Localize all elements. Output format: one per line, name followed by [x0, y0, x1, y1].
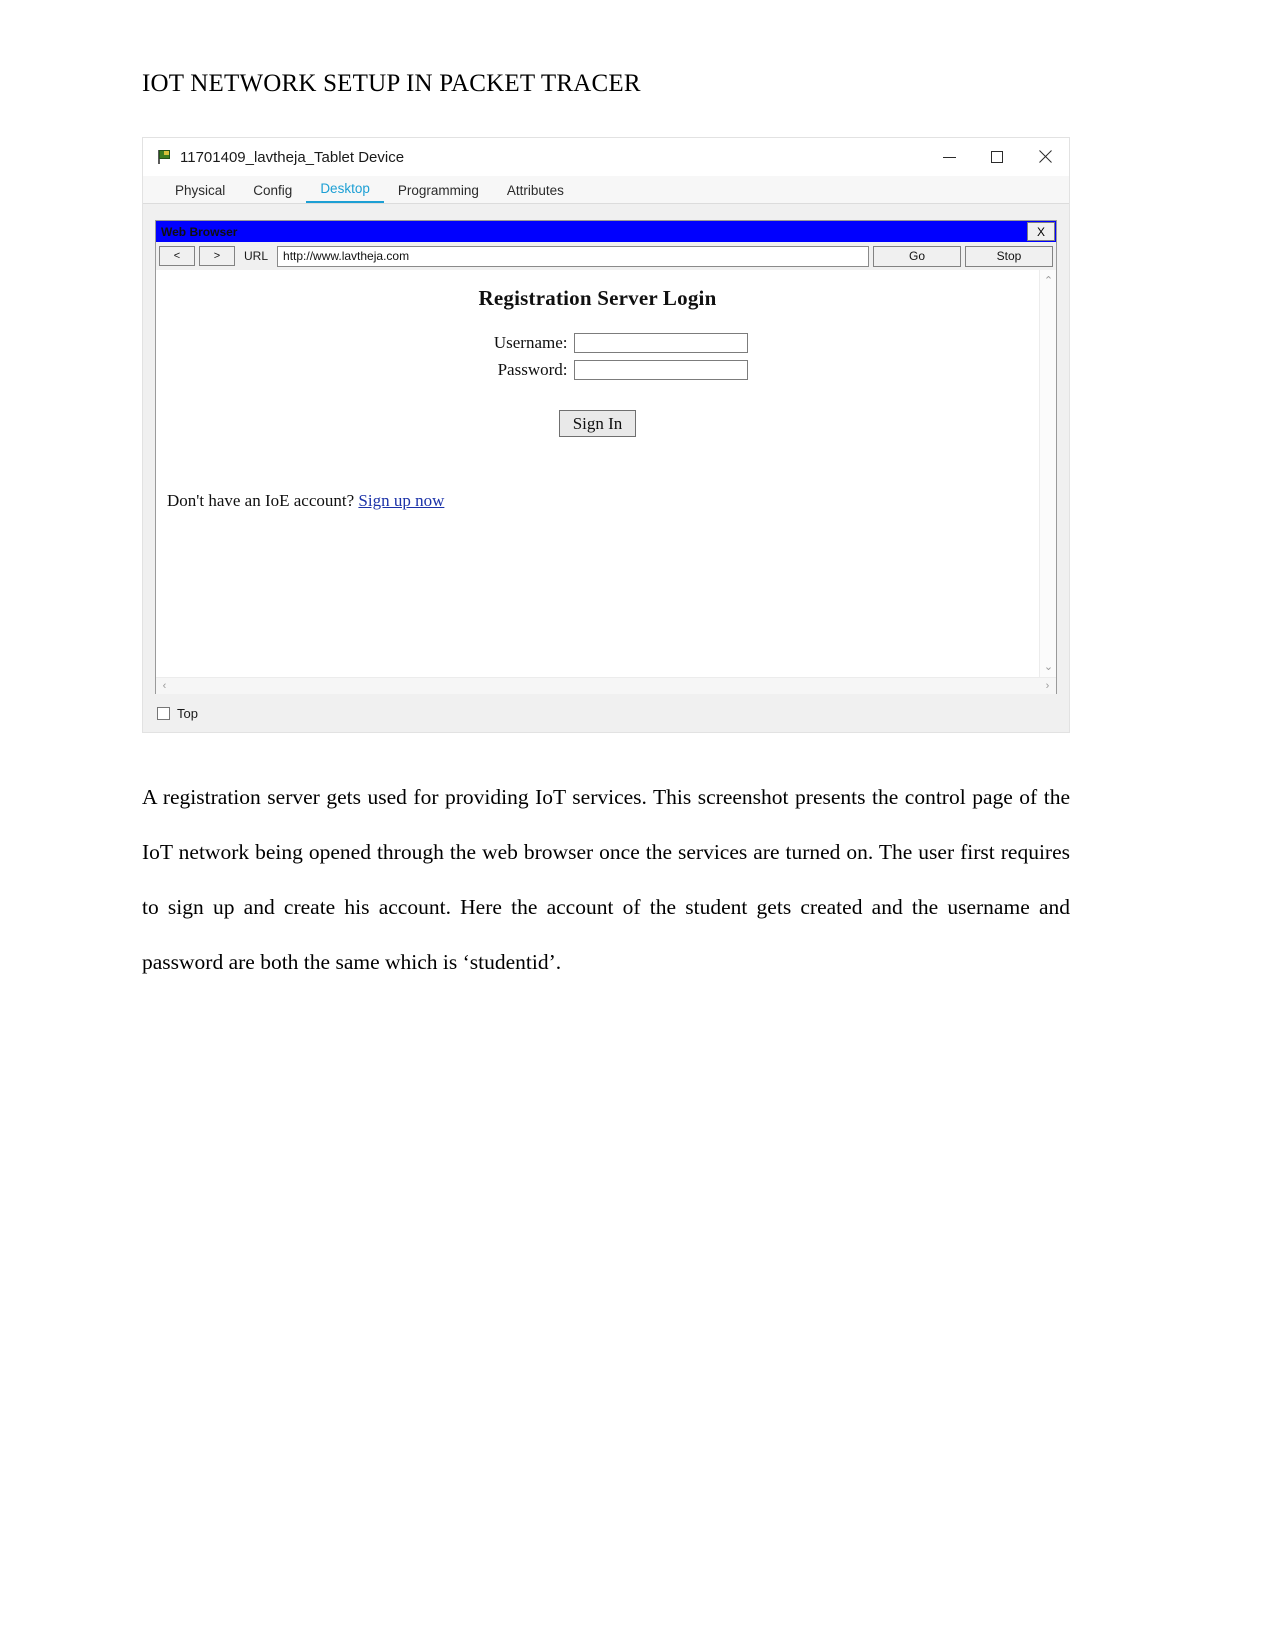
tab-attributes[interactable]: Attributes [493, 183, 578, 203]
maximize-icon [991, 151, 1003, 163]
tab-physical[interactable]: Physical [161, 183, 239, 203]
page-title: IOT NETWORK SETUP IN PACKET TRACER [142, 70, 641, 97]
scroll-down-icon[interactable]: ⌄ [1040, 660, 1056, 673]
back-button[interactable]: < [159, 246, 195, 266]
scroll-right-icon[interactable]: › [1039, 680, 1056, 692]
minimize-icon [942, 156, 956, 158]
username-input[interactable] [573, 333, 748, 353]
close-icon [1038, 150, 1052, 164]
document-page: IOT NETWORK SETUP IN PACKET TRACER 11701… [0, 0, 1275, 1651]
password-input[interactable] [573, 360, 748, 380]
stop-button[interactable]: Stop [965, 245, 1053, 267]
device-window-footer: Top [143, 694, 1069, 732]
scroll-up-icon[interactable]: ⌃ [1040, 274, 1056, 287]
scroll-left-icon[interactable]: ‹ [156, 680, 173, 692]
top-checkbox[interactable] [157, 706, 170, 720]
device-tabs: Physical Config Desktop Programming Attr… [143, 176, 1069, 204]
browser-titlebar: Web Browser X [156, 221, 1056, 242]
maximize-button[interactable] [973, 138, 1021, 176]
signup-prompt-line: Don't have an IoE account? Sign up now [167, 491, 444, 511]
tab-programming[interactable]: Programming [384, 183, 493, 203]
top-checkbox-label: Top [177, 705, 198, 721]
url-input[interactable]: http://www.lavtheja.com [277, 245, 869, 267]
vertical-scrollbar[interactable]: ⌃ ⌄ [1039, 270, 1056, 677]
username-row: Username: [156, 333, 1039, 353]
registration-login-page: Registration Server Login Username: Pass… [156, 270, 1039, 677]
url-label: URL [244, 249, 269, 263]
minimize-button[interactable] [925, 138, 973, 176]
tab-desktop[interactable]: Desktop [306, 181, 384, 203]
password-row: Password: [156, 360, 1039, 380]
sign-in-button[interactable]: Sign In [558, 410, 637, 437]
signup-prompt-text: Don't have an IoE account? [167, 491, 355, 510]
tab-config[interactable]: Config [239, 183, 306, 203]
login-form: Username: Password: [156, 333, 1039, 380]
packet-tracer-device-icon [156, 149, 172, 165]
web-browser-window: Web Browser X < > URL http://www.lavthej… [155, 220, 1057, 695]
browser-viewport: Registration Server Login Username: Pass… [156, 270, 1056, 694]
sign-up-now-link[interactable]: Sign up now [358, 491, 444, 510]
window-title: 11701409_lavtheja_Tablet Device [180, 148, 405, 166]
browser-toolbar: < > URL http://www.lavtheja.com Go Stop [156, 242, 1056, 270]
signin-row: Sign In [156, 410, 1039, 437]
password-label: Password: [497, 360, 568, 379]
browser-close-button[interactable]: X [1027, 222, 1055, 241]
window-controls [925, 138, 1069, 176]
close-button[interactable] [1021, 138, 1069, 176]
packet-tracer-window-figure: 11701409_lavtheja_Tablet Device Physical… [142, 137, 1070, 733]
go-button[interactable]: Go [873, 245, 961, 267]
window-titlebar: 11701409_lavtheja_Tablet Device [143, 138, 1069, 176]
forward-button[interactable]: > [199, 246, 235, 266]
body-paragraph: A registration server gets used for prov… [142, 785, 1070, 974]
browser-title: Web Browser [161, 224, 238, 239]
horizontal-scrollbar[interactable]: ‹ › [156, 677, 1056, 694]
username-label: Username: [493, 333, 568, 352]
login-heading: Registration Server Login [478, 286, 717, 310]
